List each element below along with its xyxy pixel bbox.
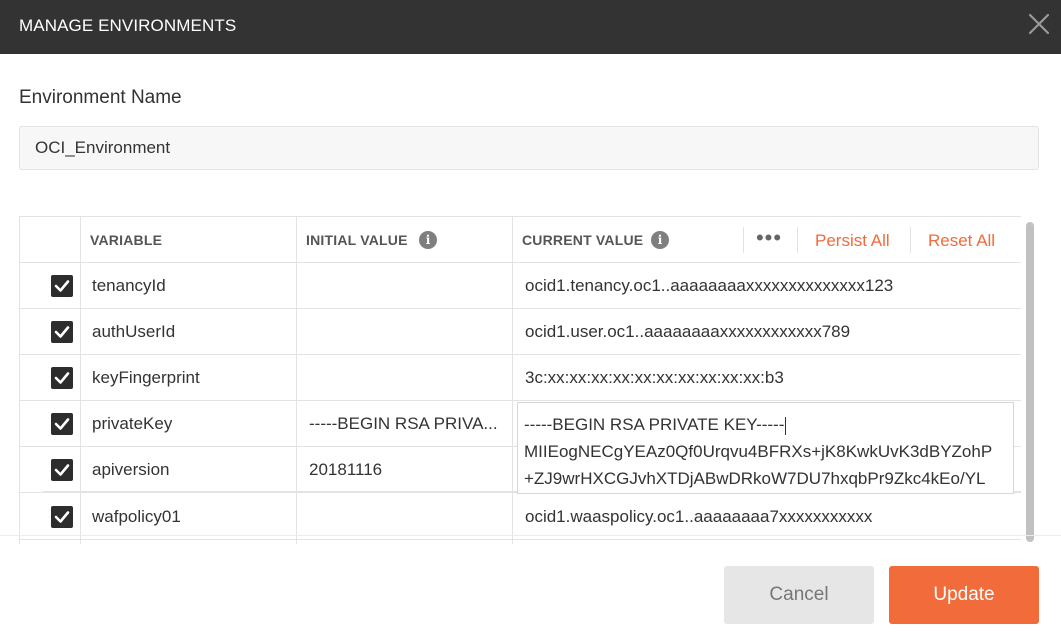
table-row: authUserId ocid1.user.oc1..aaaaaaaaxxxxx… [20,309,1021,355]
cancel-button[interactable]: Cancel [724,566,874,624]
drag-row-outline [43,491,1021,541]
row-checkbox[interactable] [51,275,73,297]
current-value-editor[interactable]: -----BEGIN RSA PRIVATE KEY----- MIIEogNE… [517,402,1014,494]
table-row: tenancyId ocid1.tenancy.oc1..aaaaaaaaxxx… [20,263,1021,309]
current-value[interactable]: ocid1.tenancy.oc1..aaaaaaaaxxxxxxxxxxxxx… [525,276,893,296]
persist-all-button[interactable]: Persist All [815,231,890,251]
more-options-icon[interactable]: ••• [742,226,796,254]
info-icon[interactable]: i [651,231,669,249]
header-separator [797,227,798,253]
variable-name[interactable]: tenancyId [92,276,166,296]
environment-name-input[interactable]: OCI_Environment [19,126,1039,170]
footer-divider [0,535,1061,536]
variable-name[interactable]: privateKey [92,414,172,434]
environment-name-label: Environment Name [19,87,182,108]
scrollbar-thumb[interactable] [1026,222,1034,542]
text-cursor [785,416,787,435]
editor-line: MIIEogNECgYEAz0Qf0Urqvu4BFRXs+jK8KwkUvK3… [524,442,993,461]
row-checkbox[interactable] [51,321,73,343]
header-separator [910,227,911,253]
header-current-value: CURRENT VALUE [522,232,644,248]
current-value[interactable]: ocid1.user.oc1..aaaaaaaaxxxxxxxxxxxx789 [525,322,850,342]
close-icon[interactable] [1027,12,1051,36]
info-icon[interactable]: i [419,231,437,249]
initial-value[interactable]: 20181116 [309,460,509,480]
update-button[interactable]: Update [889,566,1039,624]
editor-line: -----BEGIN RSA PRIVATE KEY----- [524,415,785,434]
variable-name[interactable]: authUserId [92,322,175,342]
editor-line: +ZJ9wrHXCGJvhXTDjABwDRkoW7DU7hxqbPr9Zkc4… [524,469,986,488]
variable-name[interactable]: apiversion [92,460,170,480]
dialog-titlebar: MANAGE ENVIRONMENTS [0,0,1061,54]
row-checkbox[interactable] [51,459,73,481]
table-row: keyFingerprint 3c:xx:xx:xx:xx:xx:xx:xx:x… [20,355,1021,401]
variable-name[interactable]: keyFingerprint [92,368,200,388]
current-value[interactable]: 3c:xx:xx:xx:xx:xx:xx:xx:xx:xx:xx:b3 [525,368,784,388]
row-checkbox[interactable] [51,367,73,389]
reset-all-button[interactable]: Reset All [928,231,995,251]
table-header: VARIABLE INITIAL VALUE i CURRENT VALUE i… [20,217,1021,263]
row-checkbox[interactable] [51,413,73,435]
dialog-title: MANAGE ENVIRONMENTS [19,16,237,35]
initial-value[interactable]: -----BEGIN RSA PRIVA... [309,414,509,434]
header-initial-value: INITIAL VALUE [306,232,408,248]
header-variable: VARIABLE [90,232,163,248]
